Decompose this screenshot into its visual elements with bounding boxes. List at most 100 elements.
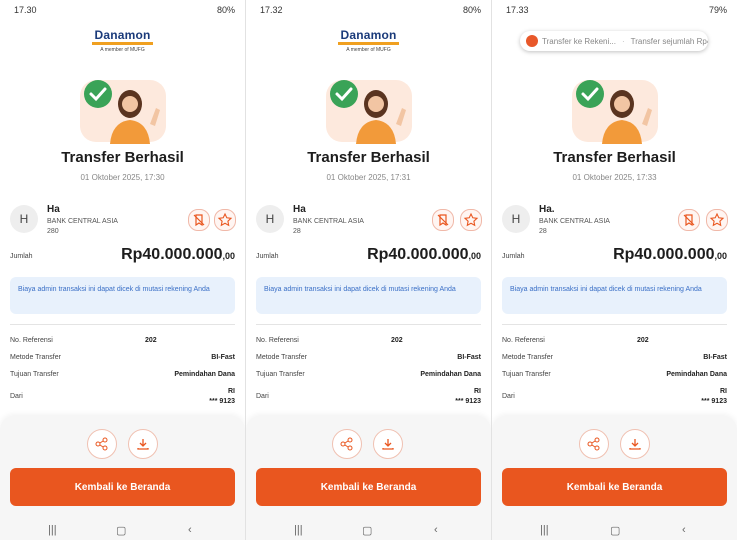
download-button[interactable] [373,429,403,459]
success-illustration [572,80,658,144]
ref-row: No. Referensi 202 [256,337,481,344]
from-label: Dari [502,393,515,400]
status-battery: 79% [708,5,727,15]
system-nav-bar: ||| ▢ ‹ [246,522,491,540]
system-nav-bar: ||| ▢ ‹ [492,522,737,540]
star-icon [463,212,479,227]
favorite-button[interactable] [706,209,728,231]
notification-toast[interactable]: Transfer ke Rekeni... · Transfer sejumla… [520,31,708,51]
favorite-button[interactable] [460,209,482,231]
download-icon [629,439,641,450]
screen-panel-2: 17.32 80% Danamon A member of MUFG Trans… [246,0,491,540]
toast-left-text: Transfer ke Rekeni... [542,36,616,46]
from-line2: *** 9123 [701,398,727,405]
amount-decimals: ,00 [222,251,235,261]
from-label: Dari [10,393,23,400]
bookmark-button[interactable] [678,209,700,231]
home-icon[interactable]: ▢ [362,524,372,537]
amount-decimals: ,00 [468,251,481,261]
amount-label: Jumlah [256,253,279,260]
amount-label: Jumlah [10,253,33,260]
method-row: Metode Transfer BI-Fast [256,354,481,361]
ref-row: No. Referensi 202 [10,337,235,344]
from-row: Dari [502,393,727,400]
dest-value: Pemindahan Dana [420,371,481,378]
recent-apps-icon[interactable]: ||| [48,524,57,536]
page-title: Transfer Berhasil [61,149,184,166]
method-value: BI-Fast [703,354,727,361]
star-icon [217,212,233,227]
admin-fee-info: Biaya admin transaksi ini dapat dicek di… [502,277,727,314]
bookmark-button[interactable] [432,209,454,231]
recipient-account: 280 [47,228,59,235]
transfer-amount: Rp40.000.000,00 [367,246,481,264]
from-row: Dari [10,393,235,400]
ref-label: No. Referensi [10,337,53,344]
amount-main: Rp40.000.000 [613,246,715,263]
from-row: Dari [256,393,481,400]
ref-value: 202 [391,337,403,344]
avatar: H [502,205,530,233]
dest-label: Tujuan Transfer [502,371,551,378]
bookmark-button[interactable] [188,209,210,231]
share-button[interactable] [332,429,362,459]
from-line2: *** 9123 [209,398,235,405]
admin-fee-info: Biaya admin transaksi ini dapat dicek di… [10,277,235,314]
back-icon[interactable]: ‹ [682,524,686,536]
download-button[interactable] [128,429,158,459]
method-label: Metode Transfer [256,354,307,361]
status-time: 17.33 [506,5,529,15]
favorite-button[interactable] [214,209,236,231]
back-to-home-button[interactable]: Kembali ke Beranda [256,468,481,506]
screen-panel-1: 17.30 80% Danamon A member of MUFG Trans… [0,0,245,540]
share-icon [340,437,353,451]
page-title: Transfer Berhasil [307,149,430,166]
home-icon[interactable]: ▢ [116,524,126,537]
dest-row: Tujuan Transfer Pemindahan Dana [502,371,727,378]
ref-value: 202 [637,337,649,344]
dest-value: Pemindahan Dana [174,371,235,378]
recent-apps-icon[interactable]: ||| [294,524,303,536]
share-button[interactable] [579,429,609,459]
amount-decimals: ,00 [714,251,727,261]
home-icon[interactable]: ▢ [610,524,620,537]
from-line1: RI [720,388,727,395]
logo-sub: A member of MUFG [100,47,145,53]
recipient-bank: BANK CENTRAL ASIA [539,218,610,225]
method-label: Metode Transfer [502,354,553,361]
status-bar: 17.30 80% [0,0,245,20]
recent-apps-icon[interactable]: ||| [540,524,549,536]
toast-right-text: Transfer sejumlah Rp40 [630,36,708,46]
back-to-home-button[interactable]: Kembali ke Beranda [10,468,235,506]
success-illustration [80,80,166,144]
amount-main: Rp40.000.000 [367,246,469,263]
status-bar: 17.32 80% [246,0,491,20]
ref-value: 202 [145,337,157,344]
back-icon[interactable]: ‹ [188,524,192,536]
share-button[interactable] [87,429,117,459]
ref-label: No. Referensi [256,337,299,344]
status-battery: 80% [462,5,481,15]
dest-label: Tujuan Transfer [10,371,59,378]
dest-row: Tujuan Transfer Pemindahan Dana [256,371,481,378]
transfer-amount: Rp40.000.000,00 [613,246,727,264]
back-to-home-button[interactable]: Kembali ke Beranda [502,468,727,506]
from-value: RI *** 9123 [701,387,727,407]
recipient-account: 28 [539,228,547,235]
bookmark-off-icon [193,214,205,227]
back-icon[interactable]: ‹ [434,524,438,536]
ref-row: No. Referensi 202 [502,337,727,344]
download-button[interactable] [620,429,650,459]
transfer-amount: Rp40.000.000,00 [121,246,235,264]
logo-brand: Danamon [92,28,153,45]
from-line1: RI [474,388,481,395]
download-icon [137,439,149,450]
transfer-datetime: 01 Oktober 2025, 17:30 [80,173,165,182]
from-line2: *** 9123 [455,398,481,405]
success-illustration [326,80,412,144]
star-icon [709,212,725,227]
transfer-datetime: 01 Oktober 2025, 17:31 [326,173,411,182]
logo-sub: A member of MUFG [346,47,391,53]
status-time: 17.32 [260,5,283,15]
from-value: RI *** 9123 [209,387,235,407]
